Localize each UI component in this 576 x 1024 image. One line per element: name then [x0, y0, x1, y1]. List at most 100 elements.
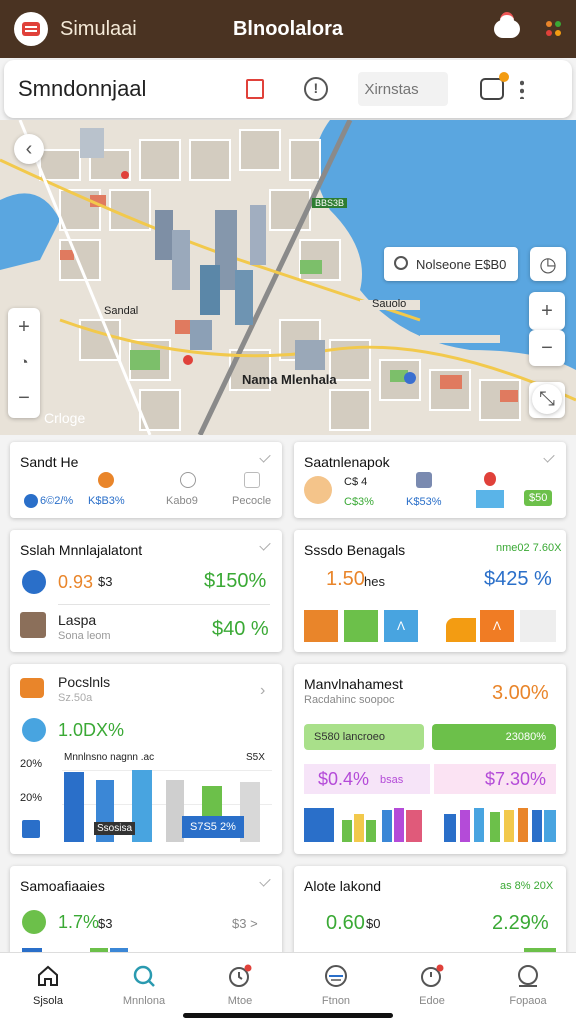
c6-header-pct: 3.00% — [492, 682, 549, 704]
c4-left-suffix: hes — [364, 574, 385, 589]
home-indicator — [183, 1013, 393, 1018]
card-title: Sssdo Benagals — [304, 542, 406, 558]
nav-label: Ftnon — [321, 995, 351, 1007]
document-icon — [22, 820, 40, 838]
c5-y-right: S5X — [246, 752, 265, 763]
c1-item-1: 6©2/% — [40, 495, 74, 507]
search-row: Smndonnjaal — [4, 60, 572, 118]
bar-5 — [382, 810, 392, 842]
check-icon — [259, 451, 271, 463]
card-title: Manvlnahamest — [304, 676, 403, 692]
clock-icon — [227, 963, 253, 989]
bar-6 — [394, 808, 404, 842]
map-search-box[interactable]: Nolseone E$B0 — [384, 247, 518, 281]
tile-orange — [304, 610, 338, 642]
bar-10 — [474, 808, 484, 842]
c5-subtitle: Sz.50a — [58, 692, 93, 704]
c2-item-2: C$3% — [344, 496, 374, 508]
nav-item-alarm[interactable]: Edoe — [384, 953, 480, 1024]
card-title: Sslah Mnnlajalatont — [20, 542, 143, 558]
c1-item-2: K$B3% — [88, 495, 125, 507]
card-sssdo[interactable]: Sssdo Benagals nme02 7.60X 1.50 hes $425… — [294, 530, 566, 652]
c8-right-value: 2.29% — [492, 912, 549, 934]
sky-swatch — [476, 490, 504, 508]
map-view[interactable]: ‹ Nolseone E$B0 ◷ + − ⌂ + ◔ − ⤡ Sandal N… — [0, 120, 576, 435]
c8-left-value: 0.60 — [326, 912, 365, 934]
c4-header-pct: nme02 7.60X — [496, 542, 562, 554]
bar-1 — [64, 772, 84, 842]
c7-suffix: $3 — [98, 916, 113, 931]
c2-item-1: C$ 4 — [344, 476, 368, 488]
card-sandt[interactable]: Sandt He 6©2/% K$B3% Kabo9 Pecocle — [10, 442, 282, 518]
divider — [58, 604, 270, 605]
card-samoafiaaies[interactable]: Samoafiaaies 1.7% $3 $3 > — [10, 866, 282, 956]
zoom-in-button[interactable]: + — [529, 292, 565, 330]
alert-icon[interactable] — [304, 77, 329, 101]
shield-icon — [24, 494, 38, 508]
notification-icon[interactable] — [480, 72, 510, 100]
chevron-right-icon[interactable]: › — [260, 682, 265, 700]
c4-right-value: $425 % — [484, 568, 552, 590]
c3-row2-title: Laspa — [58, 612, 97, 628]
add-icon[interactable]: + — [18, 316, 30, 339]
card-manvlnahamest[interactable]: Manvlnahamest Racdahinc soopoc 3.00% S58… — [294, 664, 566, 854]
cloud-sync-icon[interactable] — [494, 12, 520, 38]
check-icon — [259, 539, 271, 551]
card-alote[interactable]: Alote lakond as 8% 20X 0.60 $0 2.29% — [294, 866, 566, 956]
nav-label: Edoe — [419, 995, 445, 1007]
card-title: Samoafiaaies — [20, 878, 105, 894]
c5-value: 1.0DX% — [58, 720, 125, 740]
nav-item-home[interactable]: Sjsola — [0, 953, 96, 1024]
timer-icon — [180, 472, 196, 488]
card-title: Pocslnls — [58, 674, 111, 690]
bar-13 — [518, 808, 528, 842]
c7-right-value: $3 > — [232, 916, 258, 931]
card-pocslnls[interactable]: Pocslnls Sz.50a › 1.0DX% Mnnlnsno nagnn … — [10, 664, 282, 854]
bookmark-icon[interactable] — [246, 79, 265, 99]
minus-icon[interactable]: − — [18, 387, 30, 410]
bar-5 — [202, 786, 222, 816]
map-label-1: Sandal — [104, 305, 139, 317]
app-root: Simulaai Blnoolalora Smndonnjaal ! Xirns… — [0, 0, 576, 1024]
nav-label: Mnnlona — [122, 995, 166, 1007]
bar-2 — [342, 820, 352, 842]
home-icon — [35, 963, 61, 989]
menu-icon[interactable] — [14, 12, 48, 46]
tile-orange-2: Λ — [480, 610, 514, 642]
card-sslah[interactable]: Sslah Mnnlajalatont 0.93 $3 $150% Laspa … — [10, 530, 282, 652]
more-icon[interactable] — [520, 79, 525, 99]
nav-item-profile[interactable]: Fopaoa — [480, 953, 576, 1024]
search-input[interactable] — [358, 72, 449, 106]
briefcase-icon — [20, 612, 46, 638]
nav-item-search[interactable]: Mnnlona — [96, 953, 192, 1024]
c3-row2-pct: $40 % — [212, 618, 269, 640]
bug-icon — [416, 472, 432, 488]
bar-9 — [460, 810, 470, 842]
bar-7 — [406, 810, 422, 842]
tile-grey — [520, 610, 556, 642]
c3-row1-suffix: $3 — [98, 574, 113, 589]
leaf-icon — [22, 910, 46, 934]
c6-pill2-right: $7.30% — [434, 764, 556, 794]
compass-icon[interactable]: ⤡ — [532, 384, 562, 414]
c8-left-suffix: $0 — [366, 916, 381, 931]
c5-chart-caption: Mnnlnsno nagnn .ac — [64, 752, 155, 763]
clock-icon[interactable]: ◷ — [530, 247, 566, 281]
c5-badge-blue: S7S5 2% — [182, 816, 244, 838]
card-saatnlenapok[interactable]: Saatnlenapok C$ 4 C$3% K$53% $50 — [294, 442, 566, 518]
tile-green — [344, 610, 378, 642]
map-search-text: Nolseone E$B0 — [416, 256, 507, 272]
bar-11 — [490, 812, 500, 842]
back-icon[interactable]: ‹ — [14, 134, 44, 164]
top-bar: Simulaai Blnoolalora — [0, 0, 576, 58]
bar-15 — [544, 810, 556, 842]
c5-y-label-1: 20% — [20, 758, 43, 770]
c6-subtitle: Racdahinc soopoc — [304, 694, 395, 706]
globe-icon — [22, 570, 46, 594]
map-tool-group: + ◔ − — [8, 308, 40, 418]
bar-3 — [354, 814, 364, 842]
locate-icon[interactable]: ◔ — [19, 354, 28, 371]
apps-icon[interactable] — [546, 21, 562, 37]
c8-header-pct: as 8% 20X — [500, 880, 554, 892]
zoom-out-button[interactable]: − — [529, 330, 565, 366]
